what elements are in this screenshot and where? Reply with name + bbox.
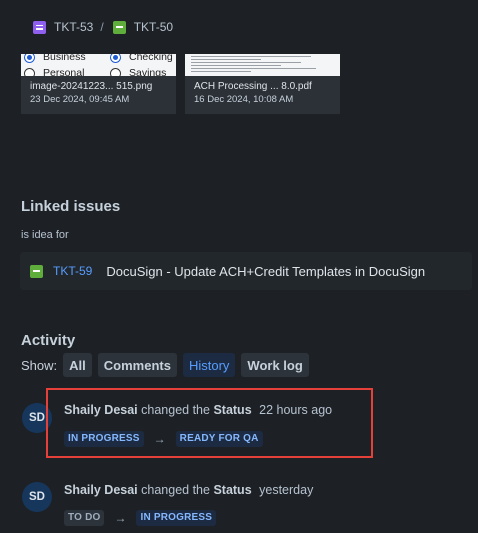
attachment-info: ACH Processing ... 8.0.pdf 16 Dec 2024, … [185,76,340,114]
history-entry-text: Shaily Desai changed the Status yesterda… [64,483,313,497]
preview-text: Savings [129,67,167,76]
attachment-thumbnail: Business Checking Personal Savings [21,54,176,76]
attachment-date: 23 Dec 2024, 09:45 AM [30,94,130,105]
history-action: changed the [141,483,210,497]
breadcrumb-parent-link[interactable]: TKT-53 [54,20,93,34]
linked-issue-key[interactable]: TKT-59 [53,264,92,278]
story-icon [112,20,126,34]
attachment-card[interactable]: ACH Processing ... 8.0.pdf 16 Dec 2024, … [185,54,340,114]
issue-detail-panel: TKT-53 / TKT-50 Business Checking Person… [0,0,478,533]
preview-text: Checking [129,54,173,63]
linked-issue-summary[interactable]: DocuSign - Update ACH+Credit Templates i… [106,264,425,279]
link-type-label: is idea for [21,229,69,241]
filter-comments-button[interactable]: Comments [97,353,177,377]
preview-text: Personal [43,67,85,76]
pdf-line [191,65,281,66]
attachment-filename: ACH Processing ... 8.0.pdf [194,81,312,92]
pdf-line [191,68,316,69]
story-icon [30,264,43,278]
highlight-box [46,388,373,458]
attachment-filename: image-20241223... 515.png [30,81,153,92]
filter-worklog-button[interactable]: Work log [241,353,309,377]
pdf-line [191,62,301,63]
attachment-card[interactable]: Business Checking Personal Savings image… [21,54,176,114]
history-author[interactable]: Shaily Desai [64,483,138,497]
breadcrumb-current-link[interactable]: TKT-50 [134,20,173,34]
activity-heading: Activity [21,332,76,349]
preview-text: Business [43,54,86,63]
idea-icon [33,20,46,34]
radio-icon [110,68,121,76]
history-timestamp: yesterday [259,483,314,497]
avatar[interactable]: SD [22,482,52,512]
breadcrumb: TKT-53 / TKT-50 [33,19,173,35]
status-to-lozenge: IN PROGRESS [136,510,217,526]
attachment-info: image-20241223... 515.png 23 Dec 2024, 0… [21,76,176,114]
linked-issue-row[interactable]: TKT-59 DocuSign - Update ACH+Credit Temp… [20,252,472,290]
history-field: Status [213,483,252,497]
pdf-line [191,56,311,57]
radio-icon [110,54,121,63]
filter-history-button[interactable]: History [182,353,236,377]
pdf-line [191,59,261,60]
status-from-lozenge: TO DO [64,510,105,526]
status-transition: TO DO → IN PROGRESS [64,510,217,526]
pdf-line [191,71,251,72]
show-label: Show: [21,357,58,373]
breadcrumb-separator: / [100,20,104,34]
radio-icon [24,54,35,63]
activity-filter-bar: Show: All Comments History Work log [21,353,315,377]
attachment-date: 16 Dec 2024, 10:08 AM [194,94,294,105]
filter-all-button[interactable]: All [63,353,92,377]
linked-issues-heading: Linked issues [21,198,121,215]
attachment-thumbnail [185,54,340,76]
radio-icon [24,68,35,76]
arrow-right-icon: → [114,511,127,525]
